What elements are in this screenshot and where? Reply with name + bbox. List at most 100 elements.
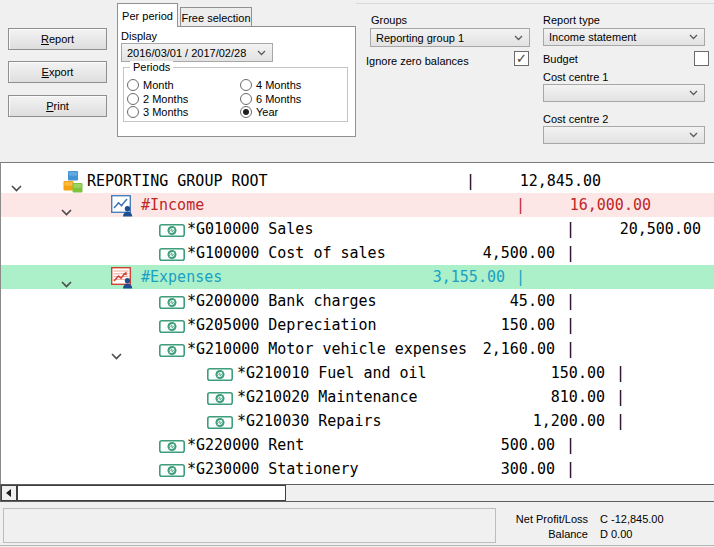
tree-row[interactable]: *G210020 Maintenance | 810.00 [1,385,714,409]
budget-checkbox[interactable] [694,51,709,66]
debit-amount: 4,500.00 [483,241,555,265]
tab-free-selection[interactable]: Free selection [180,7,252,27]
radio-4-months[interactable] [240,79,252,91]
radio-month[interactable] [127,79,139,91]
tree-row[interactable]: #Income | 16,000.00 [1,193,714,217]
tree-row[interactable]: *G010000 Sales|20,500.00 [1,217,714,241]
radio-2-months[interactable] [127,93,139,105]
money-icon [159,247,185,265]
tree-row-label: *G200000 Bank charges [187,289,377,313]
debit-credit-separator: | [616,385,625,409]
tree-row[interactable]: *G210010 Fuel and oil|150.00 [1,361,714,385]
balance-value: D 0.00 [600,528,632,540]
horizontal-scrollbar[interactable] [0,484,714,502]
status-panel [3,508,496,543]
chevron-down-icon [514,35,523,41]
radio-6-months[interactable] [240,93,252,105]
tree-row-label: #Income [141,193,204,217]
radio-year[interactable] [240,106,252,118]
money-icon [159,319,185,337]
chevron-down-icon [689,34,698,40]
chevron-down-icon [689,90,698,96]
display-label: Display [121,30,157,42]
tree-row-label: *G100000 Cost of sales [187,241,386,265]
groups-combo[interactable]: Reporting group 1 [370,28,530,47]
cost-centre-2-label: Cost centre 2 [543,113,608,125]
cost-centre-2-combo[interactable] [543,126,705,144]
print-button[interactable]: Print [8,95,107,117]
debit-credit-separator: | [616,361,625,385]
radio-label-year: Year [256,106,278,118]
money-icon [159,439,185,457]
debit-amount: 150.00 [501,313,555,337]
credit-amount: 12,845.00 [520,169,601,193]
tree-row-label: REPORTING GROUP ROOT [87,169,268,193]
tree-row-label: *G210000 Motor vehicle expenses [187,337,467,361]
money-icon [159,463,185,481]
radio-label-2-months: 2 Months [143,93,188,105]
debit-amount: 500.00 [501,433,555,457]
tab-per-period[interactable]: Per period [117,3,178,27]
chevron-down-icon [689,132,698,138]
debit-credit-separator: | [616,409,625,433]
debit-amount: 300.00 [501,457,555,481]
money-icon [207,415,233,433]
money-icon [159,223,185,241]
debit-credit-separator: | [566,289,575,313]
debit-credit-separator: | [466,169,475,193]
left-arrow-icon [6,489,12,497]
money-icon [207,367,233,385]
debit-amount: 1,200.00 [533,409,605,433]
status-bar: Net Profit/Loss C -12,845.00 Balance D 0… [0,503,714,545]
tree-row[interactable]: *G205000 Depreciation | 150.00 [1,313,714,337]
export-button[interactable]: Export [8,61,107,83]
tree-row-label: *G210020 Maintenance [237,385,418,409]
tree-row-label: #Expenses [141,265,222,289]
scroll-left-button[interactable] [1,485,17,501]
debit-amount: 810.00 [551,385,605,409]
radio-label-4-months: 4 Months [256,79,301,91]
report-tree: REPORTING GROUP ROOT|12,845.00#Income|16… [0,162,714,484]
tree-row[interactable]: REPORTING GROUP ROOT | 12,845.00 [1,169,714,193]
net-profit-loss-value: C -12,845.00 [600,513,664,525]
app-window: Report Export Print Per period Free sele… [0,0,714,547]
debit-amount: 3,155.00 [433,265,505,289]
scrollbar-thumb[interactable] [17,485,286,501]
periods-legend: Periods [130,61,173,73]
debit-credit-separator: | [566,433,575,457]
tree-row[interactable]: *G230000 Stationery|300.00 [1,457,714,481]
top-divider [356,3,714,4]
money-icon [159,295,185,313]
credit-amount: 16,000.00 [570,193,651,217]
tree-row[interactable]: *G220000 Rent | 500.00 [1,433,714,457]
window-bottom-edge [0,545,714,546]
report-type-label: Report type [543,14,600,26]
report-type-combo[interactable]: Income statement [543,28,705,46]
debit-credit-separator: | [516,193,525,217]
tree-row-label: *G230000 Stationery [187,457,359,481]
tree-row-label: *G220000 Rent [187,433,304,457]
tree-row-label: *G205000 Depreciation [187,313,377,337]
balance-label: Balance [468,528,588,540]
ignore-zero-checkbox[interactable]: ✓ [514,51,529,66]
chevron-down-icon [257,50,266,56]
debit-credit-separator: | [566,313,575,337]
debit-amount: 150.00 [551,361,605,385]
tree-row[interactable]: *G200000 Bank charges | 45.00 [1,289,714,313]
money-icon [159,343,185,361]
money-icon [207,391,233,409]
groups-label: Groups [371,14,407,26]
report-button[interactable]: Report [8,28,107,50]
cost-centre-1-combo[interactable] [543,84,705,102]
radio-label-month: Month [143,79,174,91]
tree-row[interactable]: *G210000 Motor vehicle expenses|2,160.00 [1,337,714,361]
net-profit-loss-label: Net Profit/Loss [468,513,588,525]
tree-row[interactable]: #Expenses|3,155.00 [1,265,714,289]
debit-amount: 45.00 [510,289,555,313]
tree-row[interactable]: *G100000 Cost of sales|4,500.00 [1,241,714,265]
display-combo[interactable]: 2016/03/01 / 2017/02/28 [121,43,273,62]
radio-3-months[interactable] [127,106,139,118]
debit-amount: 2,160.00 [483,337,555,361]
radio-label-6-months: 6 Months [256,93,301,105]
tree-row[interactable]: *G210030 Repairs|1,200.00 [1,409,714,433]
